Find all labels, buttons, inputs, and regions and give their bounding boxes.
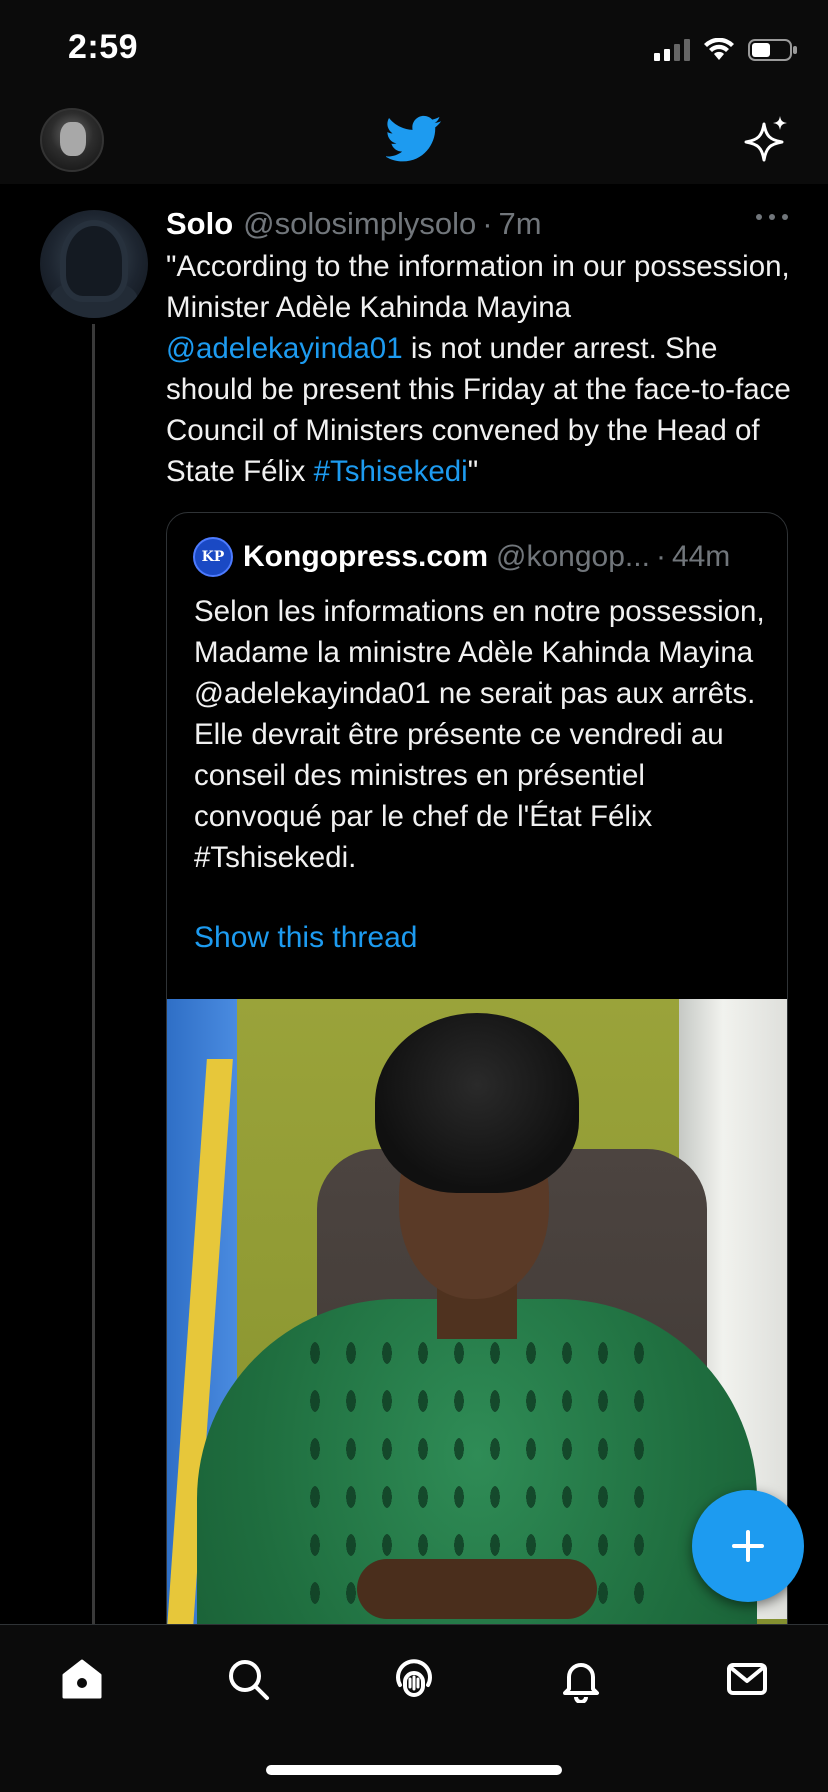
quoted-timestamp: 44m <box>671 540 731 573</box>
quoted-tweet-header: KP Kongopress.com @kongop... · 44m <box>193 537 767 577</box>
quoted-tweet-text: Selon les informations en notre possessi… <box>194 595 765 874</box>
home-indicator <box>266 1765 562 1775</box>
compose-tweet-button[interactable] <box>692 1490 804 1602</box>
timeline[interactable]: Solo @solosimplysolo · 7m "According to … <box>0 184 828 1624</box>
tweet-separator: · <box>482 206 493 241</box>
status-time: 2:59 <box>68 28 139 66</box>
kongopress-logo: KP <box>193 537 233 577</box>
thread-line <box>92 324 95 1624</box>
spaces-icon[interactable] <box>390 1655 438 1703</box>
quoted-author-handle: @kongop... <box>496 540 650 573</box>
tweet-author-handle[interactable]: @solosimplysolo <box>243 206 476 242</box>
tweet-author-name[interactable]: Solo <box>166 206 233 242</box>
search-icon[interactable] <box>224 1655 272 1703</box>
author-avatar[interactable] <box>40 210 148 318</box>
quoted-tweet-card[interactable]: KP Kongopress.com @kongop... · 44m Selon… <box>166 512 788 1624</box>
twitter-bird-icon[interactable] <box>386 114 442 164</box>
tweet-text-part3: " <box>467 455 479 488</box>
tweet-timestamp[interactable]: 7m <box>499 206 542 242</box>
more-options-icon[interactable] <box>756 214 788 224</box>
quoted-author-name: Kongopress.com <box>243 540 489 573</box>
cellular-signal-icon <box>654 39 690 61</box>
profile-avatar[interactable] <box>40 108 104 172</box>
tweet-text: "According to the information in our pos… <box>166 246 796 492</box>
messages-icon[interactable] <box>723 1655 771 1703</box>
tweet-text-part1: "According to the information in our pos… <box>166 250 790 324</box>
sparkle-icon[interactable] <box>742 114 792 164</box>
wifi-icon <box>704 38 734 60</box>
status-icons <box>654 36 798 64</box>
home-icon[interactable] <box>58 1655 106 1703</box>
status-bar: 2:59 <box>0 0 828 96</box>
bottom-navigation <box>0 1624 828 1792</box>
tweet-hashtag-link[interactable]: #Tshisekedi <box>314 455 468 488</box>
plus-icon <box>732 1530 764 1562</box>
notifications-icon[interactable] <box>557 1655 605 1703</box>
battery-icon <box>748 39 797 61</box>
top-header <box>0 96 828 184</box>
show-thread-link[interactable]: Show this thread <box>194 921 417 955</box>
tweet-header: Solo @solosimplysolo · 7m <box>166 206 788 246</box>
quoted-separator: · <box>655 540 666 573</box>
tweet-mention-link[interactable]: @adelekayinda01 <box>166 332 403 365</box>
